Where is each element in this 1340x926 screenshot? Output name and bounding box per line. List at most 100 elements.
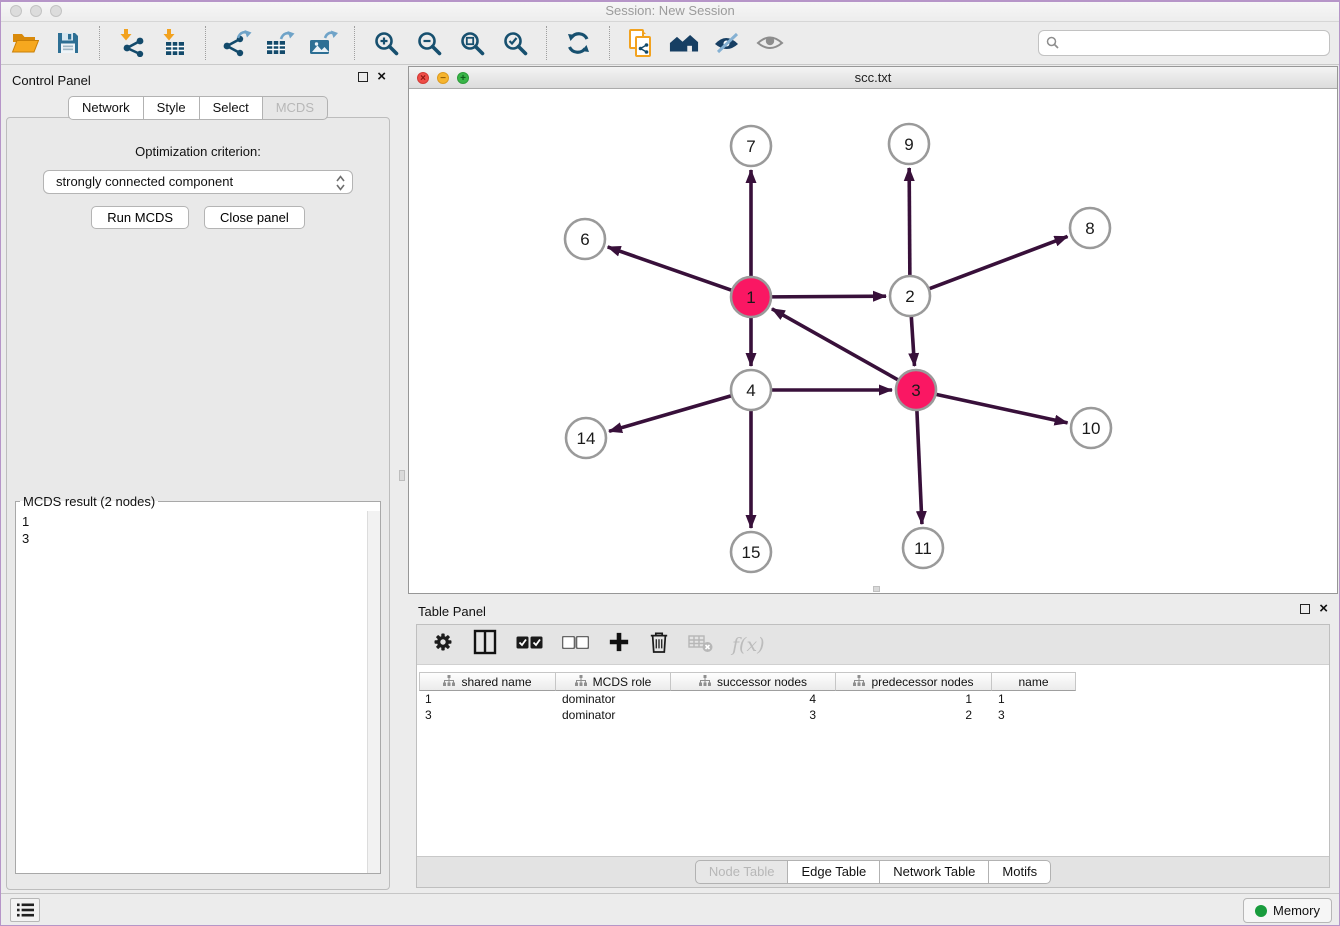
table-row-1[interactable]: 3dominator323	[419, 707, 1329, 723]
graph-node-2[interactable]: 2	[890, 276, 930, 316]
svg-text:10: 10	[1082, 419, 1101, 438]
vertical-splitter[interactable]	[396, 66, 408, 893]
graph-edge-4-14[interactable]	[609, 396, 732, 432]
split-columns-icon[interactable]	[473, 629, 497, 660]
table-cell[interactable]: 1	[419, 691, 556, 707]
tab-network[interactable]: Network	[68, 96, 144, 120]
clone-network-icon[interactable]	[626, 28, 656, 58]
import-table-icon[interactable]	[159, 28, 189, 58]
graph-node-14[interactable]: 14	[566, 418, 606, 458]
export-network-icon[interactable]	[222, 28, 252, 58]
float-panel-icon[interactable]	[358, 72, 368, 82]
table-row-0[interactable]: 1dominator411	[419, 691, 1329, 707]
graph-node-8[interactable]: 8	[1070, 208, 1110, 248]
deselect-all-icon[interactable]	[562, 636, 589, 654]
tab-select[interactable]: Select	[200, 96, 263, 120]
table-cell[interactable]: dominator	[556, 707, 671, 723]
column-header-name[interactable]: name	[992, 672, 1076, 691]
svg-text:3: 3	[911, 381, 920, 400]
zoom-out-icon[interactable]	[414, 28, 444, 58]
select-all-icon[interactable]	[516, 636, 543, 654]
graph-edge-3-11[interactable]	[917, 410, 922, 524]
zoom-fit-icon[interactable]	[457, 28, 487, 58]
tab-node-table[interactable]: Node Table	[695, 860, 789, 884]
tab-mcds[interactable]: MCDS	[263, 96, 328, 120]
table-cell[interactable]: 3	[419, 707, 556, 723]
svg-text:7: 7	[746, 137, 755, 156]
list-icon	[17, 903, 34, 917]
graph-node-11[interactable]: 11	[903, 528, 943, 568]
close-panel-button[interactable]: Close panel	[204, 206, 305, 229]
graph-node-1[interactable]: 1	[731, 277, 771, 317]
mcds-result-text[interactable]: 1 3	[16, 511, 380, 873]
column-header-predecessor-nodes[interactable]: predecessor nodes	[836, 672, 992, 691]
table-cell[interactable]: 4	[671, 691, 836, 707]
table-panel-title: Table Panel	[418, 604, 486, 619]
svg-text:4: 4	[746, 381, 755, 400]
table-cell[interactable]: 1	[992, 691, 1076, 707]
float-table-panel-icon[interactable]	[1300, 604, 1310, 614]
hide-selected-icon[interactable]	[712, 28, 742, 58]
function-builder-icon[interactable]: f(x)	[732, 634, 765, 656]
memory-button[interactable]: Memory	[1243, 898, 1332, 923]
graph-node-15[interactable]: 15	[731, 532, 771, 572]
graph-node-3[interactable]: 3	[896, 370, 936, 410]
table-cell[interactable]: 3	[992, 707, 1076, 723]
column-settings-icon[interactable]	[432, 631, 454, 658]
graph-node-9[interactable]: 9	[889, 124, 929, 164]
splitter-grip[interactable]	[399, 470, 405, 481]
table-cell[interactable]: 3	[671, 707, 836, 723]
canvas-grip[interactable]	[873, 586, 880, 592]
table-cell[interactable]: 1	[836, 691, 992, 707]
optimization-criterion-dropdown[interactable]: strongly connected component	[43, 170, 353, 194]
column-header-MCDS-role[interactable]: MCDS role	[556, 672, 671, 691]
zoom-selected-icon[interactable]	[500, 28, 530, 58]
result-scrollbar[interactable]	[367, 511, 380, 873]
tab-network-table[interactable]: Network Table	[880, 860, 989, 884]
column-label: predecessor nodes	[871, 675, 973, 689]
reset-view-icon[interactable]	[669, 28, 699, 58]
graph-edge-2-8[interactable]	[929, 236, 1068, 288]
run-mcds-button[interactable]: Run MCDS	[91, 206, 189, 229]
main-toolbar	[0, 22, 1340, 65]
tab-style[interactable]: Style	[144, 96, 200, 120]
column-label: MCDS role	[593, 675, 652, 689]
graph-node-7[interactable]: 7	[731, 126, 771, 166]
open-session-icon[interactable]	[10, 28, 40, 58]
graph-edge-1-2[interactable]	[771, 296, 886, 297]
graph-edge-1-6[interactable]	[608, 247, 732, 290]
table-cell[interactable]: 2	[836, 707, 992, 723]
table-cell[interactable]: dominator	[556, 691, 671, 707]
show-all-icon[interactable]	[755, 28, 785, 58]
column-header-successor-nodes[interactable]: successor nodes	[671, 672, 836, 691]
tab-edge-table[interactable]: Edge Table	[788, 860, 880, 884]
graph-node-6[interactable]: 6	[565, 219, 605, 259]
column-header-shared-name[interactable]: shared name	[419, 672, 556, 691]
graph-edge-2-9[interactable]	[909, 168, 910, 276]
graph-edge-2-3[interactable]	[911, 316, 914, 366]
close-table-panel-icon[interactable]: ×	[1319, 604, 1328, 614]
column-label: shared name	[461, 675, 531, 689]
zoom-in-icon[interactable]	[371, 28, 401, 58]
delete-table-icon[interactable]	[688, 632, 713, 658]
network-canvas[interactable]: 7 9 6 8 1 2 4 3 14 10 15 11	[409, 89, 1337, 593]
task-history-button[interactable]	[10, 898, 40, 922]
network-graph[interactable]: 7 9 6 8 1 2 4 3 14 10 15 11	[409, 89, 1337, 593]
delete-column-icon[interactable]	[649, 630, 669, 659]
chevron-updown-icon	[336, 175, 345, 198]
add-column-icon[interactable]	[608, 631, 630, 658]
graph-node-10[interactable]: 10	[1071, 408, 1111, 448]
graph-edge-3-1[interactable]	[772, 309, 899, 380]
search-input[interactable]	[1038, 30, 1330, 56]
close-panel-icon[interactable]: ×	[377, 72, 386, 82]
import-network-icon[interactable]	[116, 28, 146, 58]
tab-motifs[interactable]: Motifs	[989, 860, 1051, 884]
graph-node-4[interactable]: 4	[731, 370, 771, 410]
refresh-icon[interactable]	[563, 28, 593, 58]
network-window-titlebar[interactable]: × − + scc.txt	[409, 67, 1337, 89]
save-session-icon[interactable]	[53, 28, 83, 58]
export-image-icon[interactable]	[308, 28, 338, 58]
graph-edge-3-10[interactable]	[936, 394, 1068, 423]
export-table-icon[interactable]	[265, 28, 295, 58]
svg-text:14: 14	[577, 429, 596, 448]
